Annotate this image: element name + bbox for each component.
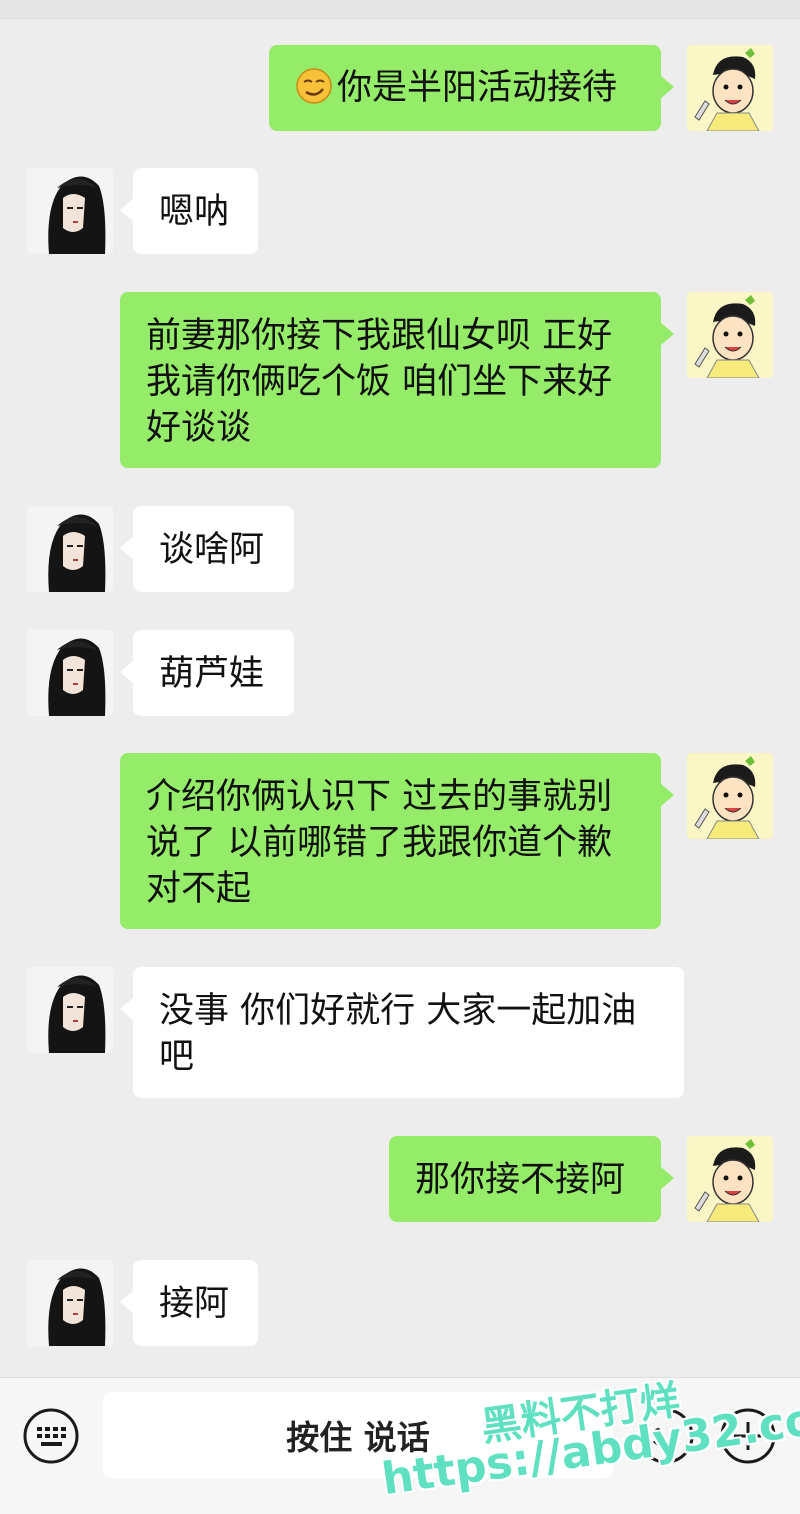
contact-avatar[interactable] bbox=[27, 506, 113, 592]
contact-avatar[interactable] bbox=[27, 168, 113, 254]
outgoing-message-bubble[interactable]: 你是半阳活动接待 bbox=[269, 45, 674, 131]
message-text: 接阿 bbox=[159, 1284, 230, 1324]
message-text: 前妻那你接下我跟仙女呗 正好我请你俩吃个饭 咱们坐下来好好谈谈 bbox=[146, 316, 613, 448]
hold-to-talk-label: 按住 说话 bbox=[286, 1418, 430, 1457]
self-avatar[interactable] bbox=[687, 292, 773, 378]
chat-input-bar: 按住 说话 bbox=[0, 1377, 800, 1514]
message-text: 没事 你们好就行 大家一起加油吧 bbox=[159, 991, 637, 1077]
message-text: 谈啥阿 bbox=[159, 530, 265, 570]
smirk-emoji-icon bbox=[295, 67, 333, 105]
message-text: 那你接不接阿 bbox=[415, 1160, 626, 1200]
outgoing-message-bubble[interactable]: 介绍你俩认识下 过去的事就别说了 以前哪错了我跟你道个歉对不起 bbox=[120, 753, 674, 929]
outgoing-message-bubble[interactable]: 前妻那你接下我跟仙女呗 正好我请你俩吃个饭 咱们坐下来好好谈谈 bbox=[120, 292, 674, 468]
plus-icon[interactable] bbox=[719, 1407, 777, 1465]
self-avatar[interactable] bbox=[687, 1136, 773, 1222]
contact-avatar[interactable] bbox=[27, 1260, 113, 1346]
incoming-message-bubble[interactable]: 没事 你们好就行 大家一起加油吧 bbox=[120, 967, 684, 1098]
contact-avatar[interactable] bbox=[27, 630, 113, 716]
message-text: 嗯呐 bbox=[159, 192, 230, 232]
contact-avatar[interactable] bbox=[27, 967, 113, 1053]
outgoing-message-bubble[interactable]: 那你接不接阿 bbox=[389, 1136, 674, 1222]
incoming-message-bubble[interactable]: 接阿 bbox=[120, 1260, 258, 1346]
self-avatar[interactable] bbox=[687, 45, 773, 131]
self-avatar[interactable] bbox=[687, 753, 773, 839]
incoming-message-bubble[interactable]: 谈啥阿 bbox=[120, 506, 294, 592]
keyboard-icon[interactable] bbox=[22, 1407, 80, 1465]
message-text: 你是半阳活动接待 bbox=[337, 68, 618, 108]
hold-to-talk-button[interactable]: 按住 说话 bbox=[103, 1392, 613, 1478]
incoming-message-bubble[interactable]: 葫芦娃 bbox=[120, 630, 294, 716]
message-text: 葫芦娃 bbox=[159, 654, 265, 694]
incoming-message-bubble[interactable]: 嗯呐 bbox=[120, 168, 258, 254]
message-text: 介绍你俩认识下 过去的事就别说了 以前哪错了我跟你道个歉对不起 bbox=[146, 777, 613, 909]
top-edge bbox=[0, 0, 800, 19]
emoji-icon[interactable] bbox=[637, 1407, 695, 1465]
